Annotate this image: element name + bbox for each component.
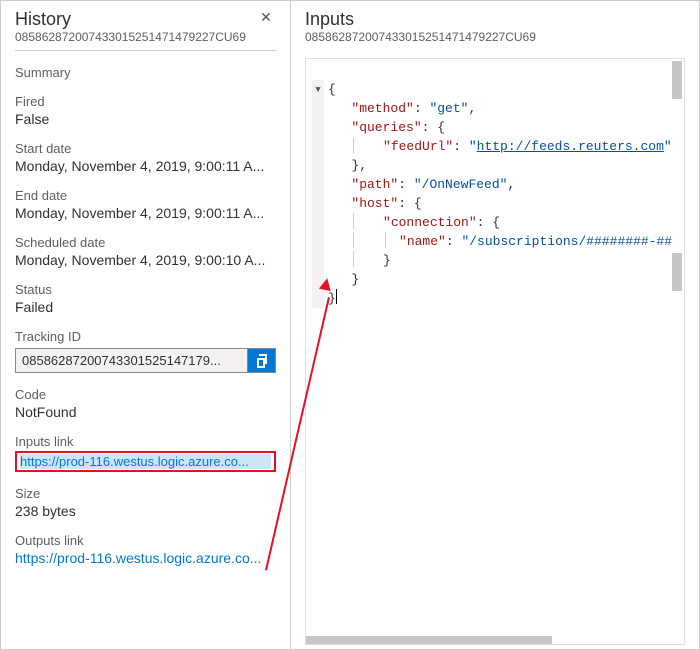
tracking-id-label: Tracking ID bbox=[15, 329, 276, 344]
json-content: ▾{ "method": "get", "queries": { "feedUr… bbox=[306, 59, 684, 310]
end-date-value: Monday, November 4, 2019, 9:00:11 A... bbox=[15, 205, 276, 221]
json-feedurl[interactable]: http://feeds.reuters.com bbox=[477, 139, 664, 154]
copy-button[interactable] bbox=[248, 348, 276, 373]
inputs-title: Inputs bbox=[305, 9, 536, 30]
scroll-thumb[interactable] bbox=[306, 636, 552, 644]
outputs-link-label: Outputs link bbox=[15, 533, 276, 548]
json-method: get bbox=[437, 101, 460, 116]
summary-heading: Summary bbox=[15, 65, 276, 80]
size-value: 238 bytes bbox=[15, 503, 276, 519]
scheduled-date-value: Monday, November 4, 2019, 9:00:10 A... bbox=[15, 252, 276, 268]
history-panel: History 085862872007433015251471479227CU… bbox=[1, 1, 291, 649]
history-title: History bbox=[15, 9, 246, 30]
close-icon[interactable]: ✕ bbox=[256, 9, 276, 26]
inputs-panel: Inputs 085862872007433015251471479227CU6… bbox=[291, 1, 699, 649]
size-label: Size bbox=[15, 486, 276, 501]
end-date-label: End date bbox=[15, 188, 276, 203]
copy-icon bbox=[255, 354, 269, 368]
scheduled-date-label: Scheduled date bbox=[15, 235, 276, 250]
inputs-link[interactable]: https://prod-116.westus.logic.azure.co..… bbox=[20, 454, 271, 469]
json-connection-name: /subscriptions/########-## bbox=[469, 234, 672, 249]
text-caret bbox=[336, 289, 337, 304]
inputs-run-id: 085862872007433015251471479227CU69 bbox=[305, 30, 536, 44]
json-path: /OnNewFeed bbox=[422, 177, 500, 192]
fold-icon[interactable]: ▾ bbox=[312, 80, 324, 99]
fired-label: Fired bbox=[15, 94, 276, 109]
scrollbar-bottom-marker[interactable] bbox=[672, 253, 682, 291]
scrollbar-top-marker[interactable] bbox=[672, 61, 682, 99]
start-date-label: Start date bbox=[15, 141, 276, 156]
start-date-value: Monday, November 4, 2019, 9:00:11 A... bbox=[15, 158, 276, 174]
outputs-link[interactable]: https://prod-116.westus.logic.azure.co..… bbox=[15, 550, 276, 566]
inputs-link-highlight: https://prod-116.westus.logic.azure.co..… bbox=[15, 451, 276, 472]
status-label: Status bbox=[15, 282, 276, 297]
status-value: Failed bbox=[15, 299, 276, 315]
tracking-id-value[interactable]: 08586287200743301525147179... bbox=[15, 348, 248, 373]
fired-value: False bbox=[15, 111, 276, 127]
inputs-link-label: Inputs link bbox=[15, 434, 276, 449]
horizontal-scrollbar[interactable] bbox=[306, 636, 684, 644]
code-value: NotFound bbox=[15, 404, 276, 420]
annotation-arrowhead-icon bbox=[319, 277, 333, 291]
code-label: Code bbox=[15, 387, 276, 402]
history-run-id: 085862872007433015251471479227CU69 bbox=[15, 30, 246, 44]
json-viewer[interactable]: ▾{ "method": "get", "queries": { "feedUr… bbox=[305, 58, 685, 645]
